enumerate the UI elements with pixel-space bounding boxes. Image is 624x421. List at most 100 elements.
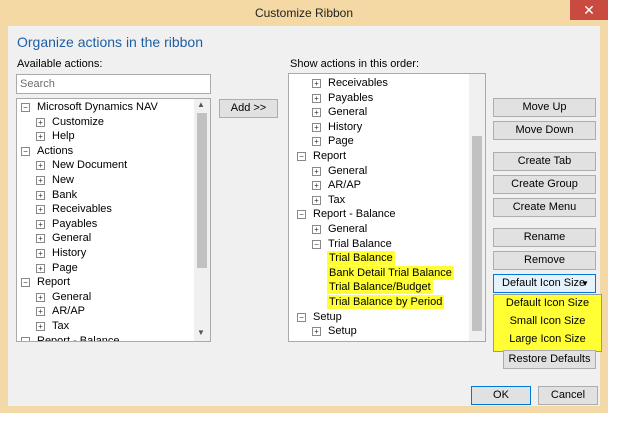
collapse-icon[interactable]: − [312, 239, 321, 249]
order-tree-item[interactable]: − Report [289, 149, 467, 163]
move-down-button[interactable]: Move Down [493, 121, 596, 140]
add-button[interactable]: Add >> [219, 99, 278, 118]
order-tree-item-label: General [328, 223, 368, 235]
available-tree-item[interactable]: + New Document [17, 158, 195, 172]
right-scroll-thumb[interactable] [472, 136, 482, 331]
expand-icon[interactable]: + [36, 263, 45, 273]
expand-icon[interactable]: + [312, 122, 321, 132]
expand-icon[interactable]: + [36, 234, 45, 244]
collapse-icon[interactable]: − [297, 312, 306, 322]
order-tree-item[interactable]: + Receivables [289, 76, 467, 90]
order-tree-item[interactable]: + General [289, 164, 467, 178]
order-tree-item-label: Page [328, 135, 354, 148]
scroll-up-icon[interactable]: ▲ [197, 100, 205, 109]
collapse-icon[interactable]: − [21, 103, 30, 112]
restore-defaults-button[interactable]: Restore Defaults [503, 350, 596, 369]
order-tree-item[interactable]: + AR/AP [289, 178, 467, 192]
available-tree-item[interactable]: − Report [17, 275, 195, 289]
collapse-icon[interactable]: − [297, 152, 306, 161]
left-scroll-thumb[interactable] [197, 113, 207, 268]
left-scrollbar[interactable]: ▲ ▼ [194, 99, 210, 341]
order-tree-item[interactable]: Bank Detail Trial Balance [289, 265, 467, 280]
create-menu-button[interactable]: Create Menu [493, 198, 596, 217]
order-tree-item-label: Report [313, 150, 347, 162]
expand-icon[interactable]: + [312, 166, 321, 176]
expand-icon[interactable]: + [36, 132, 45, 142]
ribbon-order-tree[interactable]: + Receivables + Payables + General + History + Pa… [288, 73, 486, 342]
right-scrollbar[interactable] [469, 74, 485, 341]
available-tree-item[interactable]: + Help [17, 129, 195, 143]
available-actions-tree[interactable]: − Microsoft Dynamics NAV + Customize + Help − A… [16, 98, 211, 342]
available-tree-item[interactable]: + Payables [17, 217, 195, 231]
expand-icon[interactable]: + [36, 307, 45, 317]
order-tree-item[interactable]: Trial Balance/Budget [289, 280, 467, 295]
remove-button[interactable]: Remove [493, 251, 596, 270]
move-up-button[interactable]: Move Up [493, 98, 596, 117]
option-large-icon-size[interactable]: Large Icon Size [494, 333, 601, 345]
search-input[interactable]: Search [16, 74, 211, 94]
collapse-icon[interactable]: − [21, 278, 30, 288]
expand-icon[interactable]: + [36, 292, 45, 302]
available-tree-item[interactable]: + Customize [17, 115, 195, 129]
order-tree-item[interactable]: + Setup [289, 324, 467, 338]
icon-size-select[interactable]: Default Icon Size ▼ [493, 274, 596, 293]
collapse-icon[interactable]: − [21, 336, 30, 341]
available-tree-item[interactable]: + New [17, 173, 195, 187]
order-tree-item[interactable]: + Tax [289, 193, 467, 207]
order-tree-item[interactable]: + History [289, 120, 467, 134]
available-tree-item[interactable]: − Report - Balance [17, 334, 195, 341]
expand-icon[interactable]: + [312, 93, 321, 103]
expand-icon[interactable]: + [312, 181, 321, 191]
available-tree-item[interactable]: − Actions [17, 144, 195, 158]
expand-icon[interactable]: + [36, 249, 45, 258]
expand-icon[interactable]: + [312, 327, 321, 337]
order-tree-item[interactable]: − Report - Balance [289, 207, 467, 221]
option-small-icon-size[interactable]: Small Icon Size [494, 315, 601, 327]
order-tree-item[interactable]: Trial Balance [289, 251, 467, 266]
available-tree-item-label: General [52, 232, 92, 245]
scroll-down-icon[interactable]: ▼ [197, 328, 205, 337]
available-tree-item[interactable]: + Tax [17, 319, 195, 333]
create-tab-button[interactable]: Create Tab [493, 152, 596, 171]
order-tree-item[interactable]: − Trial Balance [289, 237, 467, 251]
expand-icon[interactable]: + [312, 79, 321, 88]
expand-icon[interactable]: + [312, 108, 321, 118]
expand-icon[interactable]: + [36, 161, 45, 171]
icon-size-value: Default Icon Size [502, 277, 586, 289]
available-tree-item[interactable]: − Microsoft Dynamics NAV [17, 100, 195, 114]
order-tree-item[interactable]: + General [289, 222, 467, 236]
expand-icon[interactable]: + [312, 225, 321, 234]
order-tree-item[interactable]: + General [289, 105, 467, 119]
expand-icon[interactable]: + [312, 195, 321, 205]
cancel-button[interactable]: Cancel [538, 386, 598, 405]
available-tree-item-label: Report [37, 276, 71, 289]
ok-button[interactable]: OK [471, 386, 531, 405]
option-default-icon-size[interactable]: Default Icon Size [494, 297, 601, 309]
collapse-icon[interactable]: − [21, 146, 30, 156]
available-tree-item-label: Tax [52, 320, 70, 332]
expand-icon[interactable]: + [312, 137, 321, 147]
available-tree-item[interactable]: + General [17, 290, 195, 304]
order-tree-item-label: Receivables [328, 77, 388, 89]
expand-icon[interactable]: + [36, 176, 45, 185]
rename-button[interactable]: Rename [493, 228, 596, 247]
available-tree-item[interactable]: + History [17, 246, 195, 260]
available-tree-item[interactable]: + General [17, 231, 195, 245]
close-icon[interactable]: ✕ [570, 0, 608, 20]
expand-icon[interactable]: + [36, 322, 45, 331]
order-tree-item[interactable]: + Page [289, 134, 467, 148]
create-group-button[interactable]: Create Group [493, 175, 596, 194]
expand-icon[interactable]: + [36, 219, 45, 229]
available-tree-item[interactable]: + AR/AP [17, 304, 195, 318]
order-tree-item[interactable]: + Payables [289, 91, 467, 105]
expand-icon[interactable]: + [36, 190, 45, 200]
collapse-icon[interactable]: − [297, 210, 306, 220]
available-tree-item[interactable]: + Bank [17, 188, 195, 202]
expand-icon[interactable]: + [36, 205, 45, 215]
available-tree-item[interactable]: + Receivables [17, 202, 195, 216]
order-tree-item-label: AR/AP [328, 179, 362, 192]
expand-icon[interactable]: + [36, 117, 45, 127]
order-tree-item[interactable]: Trial Balance by Period [289, 295, 467, 309]
order-tree-item[interactable]: − Setup [289, 310, 467, 324]
available-tree-item[interactable]: + Page [17, 261, 195, 275]
